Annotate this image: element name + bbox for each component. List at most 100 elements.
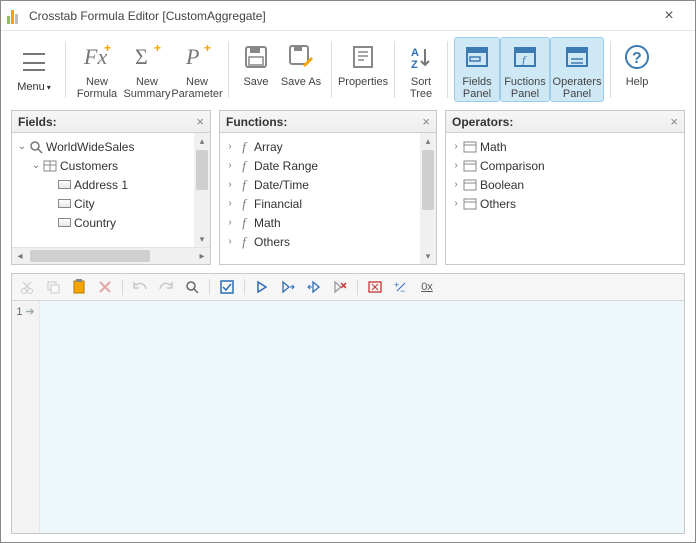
help-button[interactable]: ? Help xyxy=(617,37,657,102)
bookmark-prev-button[interactable] xyxy=(305,278,323,296)
save-as-button[interactable]: Save As xyxy=(277,37,325,102)
close-button[interactable]: × xyxy=(649,7,689,25)
tree-row[interactable]: Address 1 xyxy=(16,175,210,194)
tree-node-label: City xyxy=(74,197,95,211)
operators-panel-button[interactable]: Operaters Panel xyxy=(550,37,604,102)
bookmark-next-button[interactable] xyxy=(279,278,297,296)
new-parameter-button[interactable]: P+ New Parameter xyxy=(172,37,222,102)
fields-panel-close-button[interactable]: × xyxy=(196,114,204,129)
expand-icon[interactable]: › xyxy=(224,198,236,209)
scroll-up-icon[interactable]: ▴ xyxy=(420,133,436,149)
tree-row[interactable]: ›fFinancial xyxy=(224,194,436,213)
help-icon: ? xyxy=(621,41,653,73)
new-formula-button[interactable]: Fx+ New Formula xyxy=(72,37,122,102)
validate-button[interactable] xyxy=(218,278,236,296)
bookmark-button[interactable] xyxy=(253,278,271,296)
expand-icon[interactable]: › xyxy=(224,179,236,190)
fields-panel-button[interactable]: Fields Panel xyxy=(454,37,500,102)
tree-row[interactable]: ›fArray xyxy=(224,137,436,156)
collapse-icon[interactable]: ⌄ xyxy=(30,160,42,171)
scroll-thumb[interactable] xyxy=(196,150,208,190)
delete-button[interactable] xyxy=(96,278,114,296)
scroll-thumb[interactable] xyxy=(30,250,150,262)
properties-label: Properties xyxy=(338,76,388,100)
menu-button[interactable]: Menu▾ xyxy=(9,37,59,102)
clear-error-button[interactable] xyxy=(366,278,384,296)
functions-panel: Functions: × ›fArray ›fDate Range ›fDate… xyxy=(219,110,437,265)
properties-icon xyxy=(347,41,379,73)
functions-tree[interactable]: ›fArray ›fDate Range ›fDate/Time ›fFinan… xyxy=(220,133,436,251)
tree-row[interactable]: ›fMath xyxy=(224,213,436,232)
properties-button[interactable]: Properties xyxy=(338,37,388,102)
code-editor[interactable] xyxy=(40,301,684,533)
tree-row[interactable]: ›fDate Range xyxy=(224,156,436,175)
editor-toolbar: +− 0x xyxy=(12,274,684,301)
undo-button[interactable] xyxy=(131,278,149,296)
operators-tree[interactable]: › Math › Comparison ›Boolean › Others xyxy=(446,133,684,213)
operators-panel-close-button[interactable]: × xyxy=(670,114,678,129)
formula-icon: Fx+ xyxy=(81,41,113,73)
tree-row[interactable]: › Others xyxy=(450,194,684,213)
expand-icon[interactable]: › xyxy=(224,141,236,152)
scroll-down-icon[interactable]: ▾ xyxy=(420,248,436,264)
bookmark-clear-button[interactable] xyxy=(331,278,349,296)
scroll-thumb[interactable] xyxy=(422,150,434,210)
tree-row[interactable]: ›Boolean xyxy=(450,175,684,194)
window-title: Crosstab Formula Editor [CustomAggregate… xyxy=(29,9,649,23)
tree-row[interactable]: City xyxy=(16,194,210,213)
save-label: Save xyxy=(243,76,268,100)
scroll-down-icon[interactable]: ▾ xyxy=(194,231,210,247)
vertical-scrollbar[interactable]: ▴ ▾ xyxy=(420,133,436,264)
functions-panel-button[interactable]: f Fuctions Panel xyxy=(500,37,550,102)
tree-node-label: WorldWideSales xyxy=(46,140,134,154)
field-icon xyxy=(56,178,72,192)
functions-panel-title: Functions: xyxy=(226,115,287,129)
scroll-left-icon[interactable]: ◂ xyxy=(12,251,28,262)
paste-button[interactable] xyxy=(70,278,88,296)
scroll-up-icon[interactable]: ▴ xyxy=(194,133,210,149)
tree-row[interactable]: ›fDate/Time xyxy=(224,175,436,194)
horizontal-scrollbar[interactable]: ◂ ▸ xyxy=(12,247,210,264)
expand-icon[interactable]: › xyxy=(224,236,236,247)
new-formula-label: New Formula xyxy=(74,76,120,100)
expand-icon[interactable]: › xyxy=(450,160,462,171)
new-summary-button[interactable]: Σ+ New Summary xyxy=(122,37,172,102)
tree-row[interactable]: ⌄ Customers xyxy=(16,156,210,175)
hex-button[interactable]: 0x xyxy=(418,278,436,296)
sort-tree-button[interactable]: AZ Sort Tree xyxy=(401,37,441,102)
toggle-something-button[interactable]: +− xyxy=(392,278,410,296)
find-button[interactable] xyxy=(183,278,201,296)
function-icon: f xyxy=(236,159,252,173)
scroll-right-icon[interactable]: ▸ xyxy=(194,251,210,262)
collapse-icon[interactable]: ⌄ xyxy=(16,141,28,152)
summary-icon: Σ+ xyxy=(131,41,163,73)
expand-icon[interactable]: › xyxy=(450,198,462,209)
operators-panel-header: Operators: × xyxy=(446,111,684,133)
copy-button[interactable] xyxy=(44,278,62,296)
field-icon xyxy=(56,197,72,211)
tree-node-label: Others xyxy=(480,197,516,211)
tree-node-label: Math xyxy=(480,140,507,154)
tree-row[interactable]: ›fOthers xyxy=(224,232,436,251)
redo-button[interactable] xyxy=(157,278,175,296)
tree-row[interactable]: ⌄ WorldWideSales xyxy=(16,137,210,156)
cut-button[interactable] xyxy=(18,278,36,296)
vertical-scrollbar[interactable]: ▴ ▾ xyxy=(194,133,210,247)
function-icon: f xyxy=(236,197,252,211)
menu-label: Menu xyxy=(17,81,45,93)
help-label: Help xyxy=(626,76,649,100)
expand-icon[interactable]: › xyxy=(450,141,462,152)
tree-row[interactable]: › Math xyxy=(450,137,684,156)
save-button[interactable]: Save xyxy=(235,37,277,102)
tree-row[interactable]: › Comparison xyxy=(450,156,684,175)
tree-node-label: Others xyxy=(254,235,290,249)
expand-icon[interactable]: › xyxy=(224,160,236,171)
operators-panel-title: Operators: xyxy=(452,115,513,129)
expand-icon[interactable]: › xyxy=(224,217,236,228)
fields-tree[interactable]: ⌄ WorldWideSales ⌄ Customers Address 1 xyxy=(12,133,210,232)
new-summary-label: New Summary xyxy=(123,76,170,100)
functions-panel-close-button[interactable]: × xyxy=(422,114,430,129)
tree-node-label: Comparison xyxy=(480,159,545,173)
expand-icon[interactable]: › xyxy=(450,179,462,190)
tree-row[interactable]: Country xyxy=(16,213,210,232)
